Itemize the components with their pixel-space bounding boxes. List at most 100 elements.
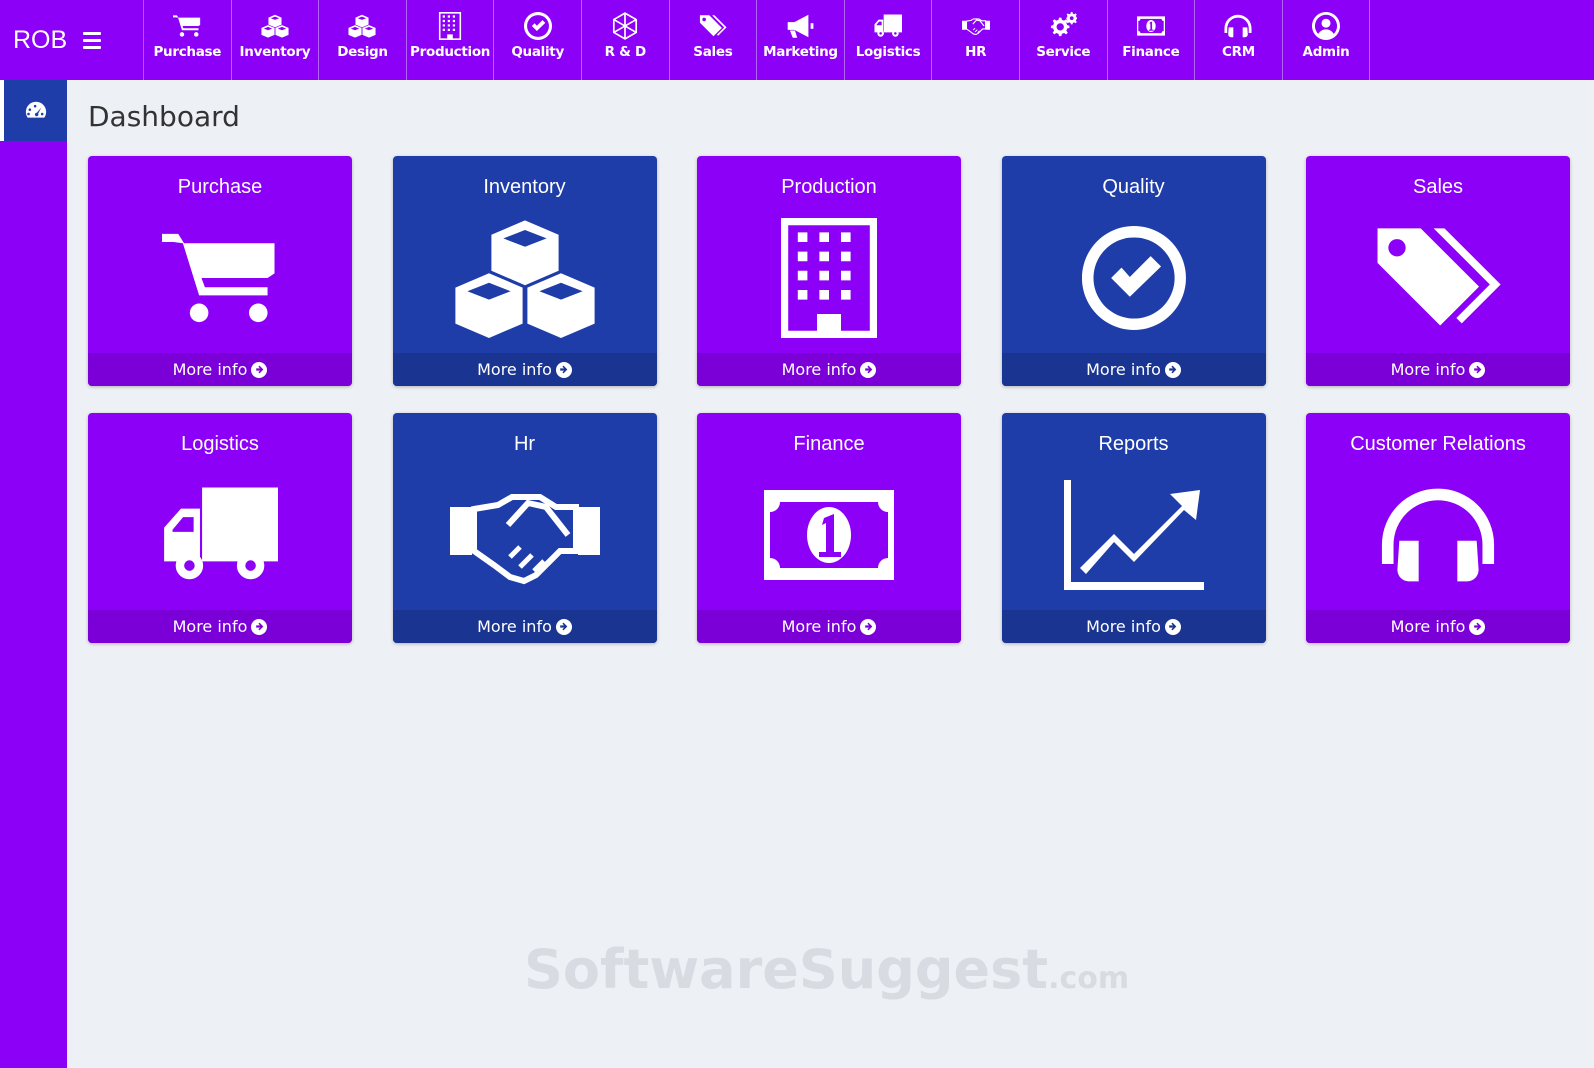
menu-toggle-icon[interactable] — [83, 30, 105, 50]
nav-crm[interactable]: CRM — [1195, 0, 1283, 80]
nav-label: Sales — [693, 44, 733, 60]
tile-title: Sales — [1412, 176, 1464, 198]
more-info-link[interactable]: More info — [1306, 353, 1570, 386]
arrow-circle-right-icon — [251, 361, 268, 378]
nav-inventory[interactable]: Inventory — [232, 0, 320, 80]
tile-quality[interactable]: Quality More info — [1001, 156, 1266, 386]
nav-label: Purchase — [153, 44, 222, 60]
check-circle-icon — [524, 12, 552, 40]
cubes-icon — [451, 218, 599, 338]
handshake-icon — [962, 12, 990, 40]
brand-logo[interactable]: ROB — [13, 26, 83, 55]
nav-sales[interactable]: Sales — [670, 0, 758, 80]
tile-title: Hr — [513, 433, 536, 455]
nav-label: HR — [965, 44, 987, 60]
more-info-link[interactable]: More info — [1001, 353, 1266, 386]
more-info-label: More info — [477, 360, 552, 379]
main-content: Dashboard Purchase More info Inventory M… — [67, 80, 1594, 1068]
sidebar — [0, 80, 67, 1068]
nav-hr[interactable]: HR — [932, 0, 1020, 80]
arrow-circle-right-icon — [860, 361, 877, 378]
watermark-suffix: .com — [1048, 961, 1130, 996]
tile-title: Reports — [1098, 433, 1169, 455]
more-info-link[interactable]: More info — [697, 353, 961, 386]
money-bill-icon — [763, 490, 895, 580]
cart-icon — [173, 12, 201, 40]
building-icon — [781, 218, 877, 338]
handshake-icon — [450, 483, 600, 587]
watermark: SoftwareSuggest.com — [524, 938, 1129, 1001]
tile-hr[interactable]: Hr More info — [392, 413, 657, 643]
more-info-label: More info — [477, 617, 552, 636]
nav-marketing[interactable]: Marketing — [757, 0, 845, 80]
nav-label: CRM — [1222, 44, 1255, 60]
hexagon-network-icon — [611, 12, 639, 40]
top-navbar: ROB Purchase Inventory Design Production… — [0, 0, 1594, 80]
more-info-link[interactable]: More info — [1001, 610, 1266, 643]
megaphone-icon — [786, 12, 814, 40]
tags-icon — [699, 12, 727, 40]
tile-title: Finance — [793, 433, 865, 455]
building-icon — [436, 12, 464, 40]
tile-inventory[interactable]: Inventory More info — [392, 156, 657, 386]
more-info-label: More info — [172, 617, 248, 636]
truck-icon — [162, 487, 278, 583]
tile-production[interactable]: Production More info — [697, 156, 961, 386]
nav-logistics[interactable]: Logistics — [845, 0, 933, 80]
tile-purchase[interactable]: Purchase More info — [88, 156, 352, 386]
nav-label: Finance — [1122, 44, 1180, 60]
watermark-main: SoftwareSuggest — [524, 938, 1049, 1001]
more-info-label: More info — [781, 617, 857, 636]
more-info-label: More info — [1390, 617, 1466, 636]
arrow-circle-right-icon — [1164, 361, 1181, 378]
more-info-label: More info — [781, 360, 857, 379]
nav-label: Quality — [511, 44, 564, 60]
nav-quality[interactable]: Quality — [494, 0, 582, 80]
more-info-link[interactable]: More info — [88, 353, 352, 386]
more-info-link[interactable]: More info — [697, 610, 961, 643]
tile-finance[interactable]: Finance More info — [697, 413, 961, 643]
more-info-link[interactable]: More info — [392, 353, 657, 386]
check-circle-icon — [1082, 226, 1186, 330]
more-info-label: More info — [172, 360, 248, 379]
tile-title: Logistics — [181, 433, 259, 455]
nav-design[interactable]: Design — [319, 0, 407, 80]
nav-label: Admin — [1302, 44, 1350, 60]
tile-title: Inventory — [483, 176, 566, 198]
arrow-circle-right-icon — [251, 618, 268, 635]
arrow-circle-right-icon — [555, 618, 572, 635]
tile-title: Customer Relations — [1350, 433, 1526, 455]
tile-title: Production — [781, 176, 877, 198]
tile-reports[interactable]: Reports More info — [1001, 413, 1266, 643]
more-info-link[interactable]: More info — [1306, 610, 1570, 643]
dashboard-icon — [25, 100, 47, 122]
tile-customer-relations[interactable]: Customer Relations More info — [1306, 413, 1570, 643]
sidebar-item-dashboard[interactable] — [0, 80, 67, 141]
module-nav: Purchase Inventory Design Production Qua… — [144, 0, 1371, 80]
more-info-label: More info — [1086, 617, 1161, 636]
nav-production[interactable]: Production — [407, 0, 495, 80]
gears-icon — [1049, 12, 1077, 40]
more-info-label: More info — [1390, 360, 1466, 379]
arrow-circle-right-icon — [1469, 361, 1486, 378]
nav-rnd[interactable]: R & D — [582, 0, 670, 80]
arrow-circle-right-icon — [1164, 618, 1181, 635]
nav-finance[interactable]: Finance — [1108, 0, 1196, 80]
tile-title: Purchase — [177, 176, 263, 198]
nav-purchase[interactable]: Purchase — [144, 0, 232, 80]
more-info-link[interactable]: More info — [392, 610, 657, 643]
headphones-icon — [1380, 485, 1496, 585]
tile-sales[interactable]: Sales More info — [1306, 156, 1570, 386]
more-info-link[interactable]: More info — [88, 610, 352, 643]
user-circle-icon — [1312, 12, 1340, 40]
arrow-circle-right-icon — [555, 361, 572, 378]
tile-logistics[interactable]: Logistics More info — [88, 413, 352, 643]
nav-label: R & D — [604, 44, 647, 60]
module-tiles: Purchase More info Inventory More info P… — [88, 156, 1570, 643]
nav-label: Production — [410, 44, 491, 60]
nav-service[interactable]: Service — [1020, 0, 1108, 80]
cubes-icon — [348, 12, 376, 40]
money-bill-icon — [1137, 12, 1165, 40]
nav-admin[interactable]: Admin — [1283, 0, 1371, 80]
line-chart-icon — [1064, 480, 1204, 590]
